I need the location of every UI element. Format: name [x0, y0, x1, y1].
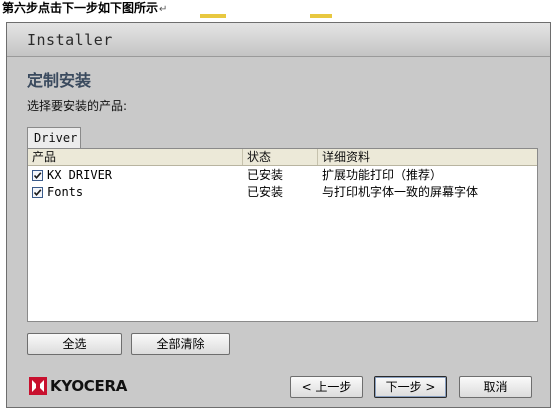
column-header-status[interactable]: 状态	[243, 149, 318, 165]
caption-text: 第六步点击下一步如下图所示	[2, 1, 159, 15]
column-header-details[interactable]: 详细资料	[318, 149, 537, 165]
brand-name: KYOCERA	[50, 377, 128, 395]
title-bar: Installer	[7, 23, 550, 57]
select-all-button[interactable]: 全选	[27, 333, 122, 355]
tab-driver[interactable]: Driver	[27, 127, 81, 149]
product-list: 产品 状态 详细资料 KX DRIVER 已安装 扩展功能打印（推荐） Font…	[27, 148, 538, 322]
table-row[interactable]: KX DRIVER 已安装 扩展功能打印（推荐）	[28, 167, 537, 184]
product-name: Fonts	[47, 185, 84, 199]
page-heading: 定制安装	[27, 71, 92, 90]
checkmark-icon	[33, 172, 42, 180]
table-header: 产品 状态 详细资料	[28, 149, 537, 166]
decorative-strip	[310, 14, 332, 18]
return-mark: ↵	[159, 4, 168, 15]
installer-window: Installer 定制安装 选择要安装的产品: Driver 产品 状态 详细…	[6, 22, 551, 408]
page-subtitle: 选择要安装的产品:	[27, 99, 128, 113]
product-name: KX DRIVER	[47, 168, 113, 182]
cancel-button[interactable]: 取消	[459, 376, 532, 398]
clear-all-button[interactable]: 全部清除	[131, 333, 230, 355]
window-title: Installer	[27, 31, 113, 49]
decorative-strip	[200, 14, 226, 18]
product-status: 已安装	[247, 168, 284, 182]
kyocera-logo-icon	[29, 377, 47, 395]
next-button[interactable]: 下一步 >	[374, 376, 447, 398]
product-details: 扩展功能打印（推荐）	[322, 168, 443, 182]
brand-logo: KYOCERA	[29, 375, 127, 397]
product-checkbox[interactable]	[32, 170, 43, 181]
instruction-caption: 第六步点击下一步如下图所示↵	[2, 0, 167, 16]
back-button[interactable]: < 上一步	[290, 376, 363, 398]
product-details: 与打印机字体一致的屏幕字体	[322, 185, 479, 199]
column-header-product[interactable]: 产品	[28, 149, 243, 165]
product-checkbox[interactable]	[32, 187, 43, 198]
table-row[interactable]: Fonts 已安装 与打印机字体一致的屏幕字体	[28, 184, 537, 201]
checkmark-icon	[33, 189, 42, 197]
product-status: 已安装	[247, 185, 284, 199]
